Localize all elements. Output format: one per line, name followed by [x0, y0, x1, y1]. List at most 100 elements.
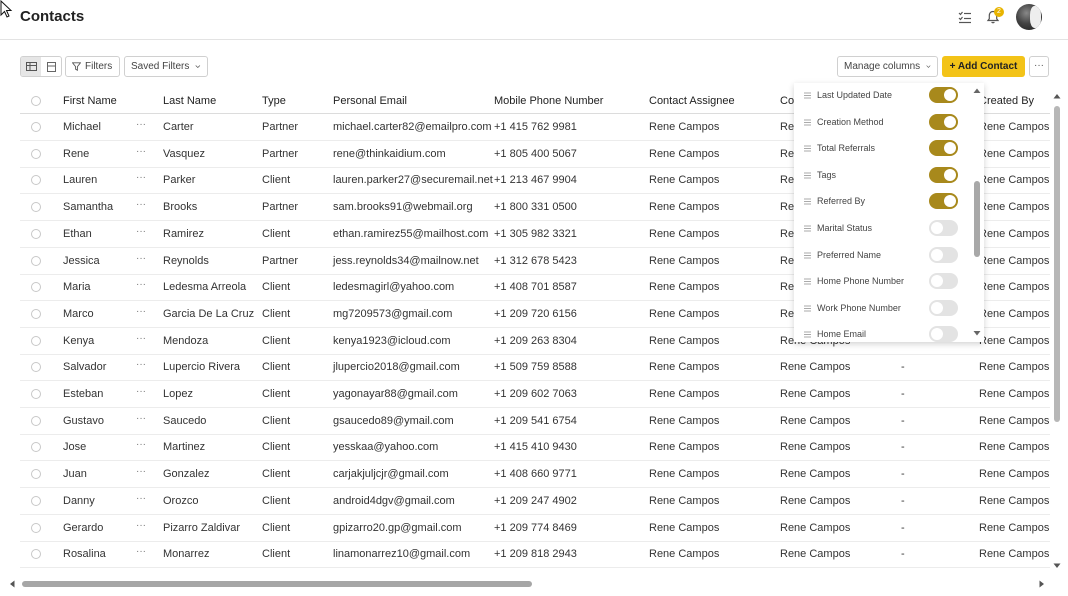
column-visibility-toggle[interactable]	[929, 193, 958, 210]
column-visibility-toggle[interactable]	[929, 140, 958, 157]
scroll-down-arrow-icon[interactable]	[972, 330, 982, 337]
column-header-first-name[interactable]: First Name	[63, 95, 117, 107]
scroll-up-arrow-icon[interactable]	[1052, 92, 1062, 100]
row-actions-icon[interactable]: ···	[136, 146, 146, 157]
drag-handle-icon[interactable]	[804, 172, 811, 179]
vertical-scroll-thumb[interactable]	[1054, 106, 1060, 422]
row-actions-icon[interactable]: ···	[136, 226, 146, 237]
column-header-co[interactable]: Co	[780, 95, 794, 107]
saved-filters-dropdown[interactable]: Saved Filters	[124, 56, 208, 77]
board-view-button[interactable]	[41, 57, 61, 76]
column-header-created-by[interactable]: Created By	[979, 95, 1034, 107]
row-actions-icon[interactable]: ···	[136, 306, 146, 317]
table-row[interactable]: ··· Gustavo Saucedo Client gsaucedo89@ymail.…	[20, 408, 1050, 435]
column-header-last-name[interactable]: Last Name	[163, 95, 216, 107]
column-header-contact-assignee[interactable]: Contact Assignee	[649, 95, 735, 107]
column-visibility-toggle[interactable]	[929, 166, 958, 183]
row-checkbox[interactable]	[31, 148, 41, 159]
row-checkbox[interactable]	[31, 335, 41, 346]
table-view-button[interactable]	[21, 57, 41, 76]
column-visibility-toggle[interactable]	[929, 326, 958, 342]
row-checkbox[interactable]	[31, 202, 41, 213]
column-toggle-label: Creation Method	[817, 116, 884, 127]
drag-handle-icon[interactable]	[804, 305, 811, 312]
table-row[interactable]: ··· Jose Martinez Client yesskaa@yahoo.com +1…	[20, 434, 1050, 462]
drag-handle-icon[interactable]	[804, 198, 811, 205]
row-actions-icon[interactable]: ···	[136, 172, 146, 183]
drag-handle-icon[interactable]	[804, 119, 811, 126]
row-checkbox[interactable]	[31, 522, 41, 533]
row-checkbox[interactable]	[31, 228, 41, 239]
avatar[interactable]	[1016, 4, 1042, 30]
scroll-right-arrow-icon[interactable]	[1038, 579, 1046, 589]
select-all-checkbox[interactable]	[31, 96, 41, 106]
row-checkbox[interactable]	[31, 389, 41, 399]
row-checkbox[interactable]	[31, 442, 41, 453]
row-checkbox[interactable]	[31, 255, 41, 266]
row-checkbox[interactable]	[31, 308, 41, 319]
table-toolbar: Filters Saved Filters Manage columns + A…	[0, 56, 1068, 78]
row-checkbox[interactable]	[31, 415, 41, 426]
row-checkbox[interactable]	[31, 469, 41, 480]
manage-columns-dropdown[interactable]: Manage columns	[837, 56, 938, 77]
row-checkbox[interactable]	[31, 282, 41, 293]
filters-button[interactable]: Filters	[65, 56, 120, 77]
row-actions-icon[interactable]: ···	[136, 413, 146, 424]
drag-handle-icon[interactable]	[804, 145, 811, 152]
drag-handle-icon[interactable]	[804, 331, 811, 338]
type-cell: Client	[262, 441, 291, 454]
column-visibility-toggle[interactable]	[929, 87, 958, 103]
column-header-mobile-phone[interactable]: Mobile Phone Number	[494, 95, 603, 107]
row-actions-icon[interactable]: ···	[136, 279, 146, 290]
row-actions-icon[interactable]: ···	[136, 333, 146, 344]
row-actions-icon[interactable]: ···	[136, 119, 146, 130]
scroll-down-arrow-icon[interactable]	[1052, 562, 1062, 570]
row-checkbox[interactable]	[31, 549, 41, 560]
row-actions-icon[interactable]: ···	[136, 493, 146, 504]
horizontal-scroll-thumb[interactable]	[22, 581, 532, 587]
drag-handle-icon[interactable]	[804, 252, 811, 259]
phone-cell: +1 509 759 8588	[494, 361, 577, 374]
row-checkbox[interactable]	[31, 495, 41, 506]
row-actions-icon[interactable]: ···	[136, 520, 146, 531]
row-actions-icon[interactable]: ···	[136, 466, 146, 477]
more-options-button[interactable]: ···	[1029, 56, 1049, 77]
last-name-cell: Mendoza	[163, 334, 209, 347]
column-header-personal-email[interactable]: Personal Email	[333, 95, 407, 107]
horizontal-scrollbar[interactable]	[6, 577, 1050, 591]
table-row[interactable]: ··· Juan Gonzalez Client carjakjuljcjr@gmail…	[20, 461, 1050, 489]
row-actions-icon[interactable]: ···	[136, 439, 146, 450]
column-visibility-toggle[interactable]	[929, 273, 958, 290]
panel-scroll-thumb[interactable]	[974, 181, 980, 257]
last-name-cell: Lupercio Rivera	[163, 361, 241, 374]
table-row[interactable]: ··· Esteban Lopez Client yagonayar88@gmail.c…	[20, 381, 1050, 408]
row-actions-icon[interactable]: ···	[136, 546, 146, 557]
add-contact-button[interactable]: + Add Contact	[942, 56, 1025, 77]
row-actions-icon[interactable]: ···	[136, 359, 146, 370]
row-actions-icon[interactable]: ···	[136, 253, 146, 264]
table-row[interactable]: ··· Gerardo Pizarro Zaldivar Client gpizarro…	[20, 515, 1050, 542]
panel-scrollbar[interactable]	[972, 87, 982, 339]
table-row[interactable]: ··· Danny Orozco Client android4dgv@gmail.co…	[20, 488, 1050, 515]
row-checkbox[interactable]	[31, 122, 41, 132]
drag-handle-icon[interactable]	[804, 278, 811, 285]
scroll-left-arrow-icon[interactable]	[8, 579, 16, 589]
scroll-up-arrow-icon[interactable]	[972, 87, 982, 94]
column-visibility-toggle[interactable]	[929, 299, 958, 316]
row-checkbox[interactable]	[31, 362, 41, 373]
vertical-scrollbar[interactable]	[1052, 90, 1062, 570]
table-row[interactable]: ··· Salvador Lupercio Rivera Client jluperci…	[20, 354, 1050, 382]
column-visibility-toggle[interactable]	[929, 113, 958, 130]
email-cell: mg7209573@gmail.com	[333, 307, 453, 320]
tasks-icon[interactable]	[958, 10, 972, 24]
drag-handle-icon[interactable]	[804, 225, 811, 232]
row-actions-icon[interactable]: ···	[136, 199, 146, 210]
drag-handle-icon[interactable]	[804, 92, 811, 99]
table-row[interactable]: ··· Rosalina Monarrez Client linamonarrez10@…	[20, 541, 1050, 569]
row-actions-icon[interactable]: ···	[136, 386, 146, 397]
column-header-type[interactable]: Type	[262, 95, 286, 107]
phone-cell: +1 209 263 8304	[494, 334, 577, 347]
row-checkbox[interactable]	[31, 175, 41, 186]
column-visibility-toggle[interactable]	[929, 220, 958, 236]
column-visibility-toggle[interactable]	[929, 246, 958, 263]
